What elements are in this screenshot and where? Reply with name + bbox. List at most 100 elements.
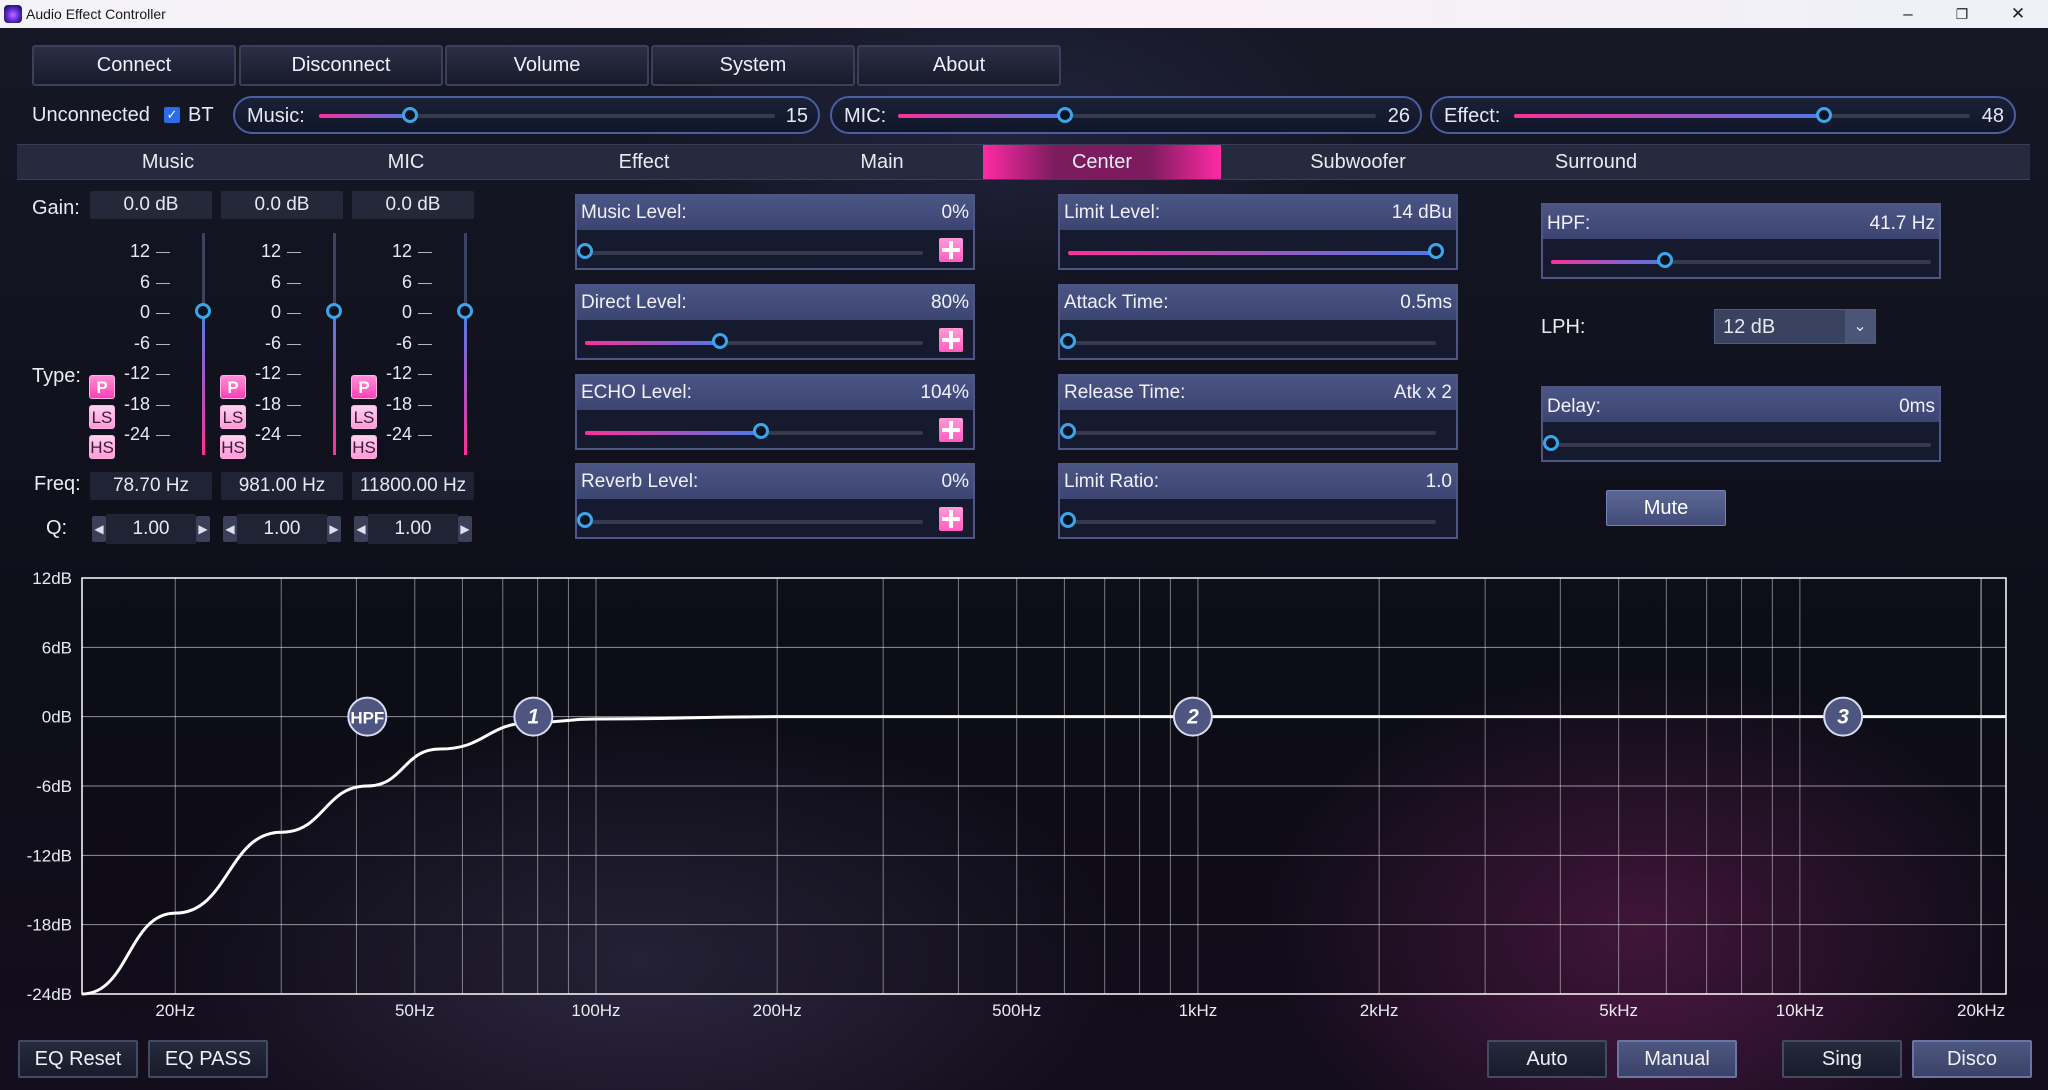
type-button-ls[interactable]: LS [220, 405, 246, 429]
tab-subwoofer[interactable]: Subwoofer [1239, 145, 1477, 179]
limiter-knob[interactable] [1428, 243, 1444, 259]
band-gain-3[interactable]: 0.0 dB [352, 191, 474, 219]
chevron-right-icon[interactable]: ▶ [327, 516, 341, 542]
band-gain-2[interactable]: 0.0 dB [221, 191, 343, 219]
effect-level-knob[interactable] [577, 512, 593, 528]
scale-tick [287, 374, 301, 375]
chevron-left-icon[interactable]: ◀ [92, 516, 106, 542]
band-q-value-1[interactable]: 1.00 [106, 514, 196, 544]
band-freq-2[interactable]: 981.00 Hz [221, 472, 343, 500]
scale-label: -12 [385, 363, 412, 383]
band-gain-1[interactable]: 0.0 dB [90, 191, 212, 219]
bt-checkbox[interactable]: ✓ [164, 107, 180, 123]
band-gain-knob-2[interactable] [326, 303, 342, 319]
tab-bar: Music MIC Effect Main Center Subwoofer S… [17, 144, 2030, 180]
plus-icon[interactable] [939, 238, 963, 262]
lph-select[interactable]: 12 dB ⌄ [1714, 309, 1876, 344]
band-q-2[interactable]: ◀ 1.00 ▶ [221, 514, 343, 544]
band-gain-knob-1[interactable] [195, 303, 211, 319]
music-volume-knob[interactable] [402, 107, 419, 123]
y-tick-label: -18dB [27, 916, 72, 935]
chevron-left-icon[interactable]: ◀ [223, 516, 237, 542]
limiter-value: 14 dBu [1391, 202, 1452, 223]
plus-icon[interactable] [939, 418, 963, 442]
mic-volume-knob[interactable] [1057, 107, 1074, 123]
effect-volume-label: Effect: [1444, 105, 1501, 127]
scale-label: -18 [254, 394, 281, 414]
chevron-down-icon[interactable]: ⌄ [1845, 310, 1875, 343]
auto-button[interactable]: Auto [1487, 1040, 1607, 1078]
system-button[interactable]: System [651, 45, 855, 86]
type-button-p[interactable]: P [220, 375, 246, 399]
y-tick-label: -24dB [27, 985, 72, 1004]
limiter-track [1068, 251, 1436, 255]
chevron-left-icon[interactable]: ◀ [354, 516, 368, 542]
music-volume-track [319, 114, 775, 118]
effect-level-knob[interactable] [577, 243, 593, 259]
music-volume-slider[interactable]: Music: 15 [233, 96, 820, 134]
music-volume-fill [319, 114, 411, 118]
limiter-label: Release Time: [1064, 382, 1186, 403]
plus-icon[interactable] [939, 507, 963, 531]
effect-level-knob[interactable] [712, 333, 729, 349]
effect-level-knob[interactable] [752, 423, 769, 439]
effect-volume-slider[interactable]: Effect: 48 [1430, 96, 2016, 134]
type-button-hs[interactable]: HS [89, 435, 115, 459]
delay-panel: Delay: 0ms [1541, 386, 1941, 462]
y-tick-label: -6dB [36, 777, 72, 796]
scale-tick [287, 435, 301, 436]
chevron-right-icon[interactable]: ▶ [458, 516, 472, 542]
tab-surround[interactable]: Surround [1477, 145, 1715, 179]
band-q-3[interactable]: ◀ 1.00 ▶ [352, 514, 474, 544]
eq-reset-button[interactable]: EQ Reset [18, 1040, 138, 1078]
y-tick-label: 6dB [42, 638, 72, 657]
band-freq-3[interactable]: 11800.00 Hz [352, 472, 474, 500]
disco-button[interactable]: Disco [1912, 1040, 2032, 1078]
tab-music[interactable]: Music [49, 145, 287, 179]
eq-response-chart[interactable]: 12dB 6dB 0dB -6dB -12dB -18dB -24dB 20Hz 50Hz 100… [0, 560, 2048, 1020]
manual-button[interactable]: Manual [1617, 1040, 1737, 1078]
tab-mic[interactable]: MIC [287, 145, 525, 179]
tab-effect[interactable]: Effect [525, 145, 763, 179]
effect-volume-knob[interactable] [1816, 107, 1833, 123]
band-q-value-2[interactable]: 1.00 [237, 514, 327, 544]
limiter-knob[interactable] [1060, 333, 1076, 349]
restore-icon[interactable]: ❐ [1934, 0, 1990, 28]
band-q-1[interactable]: ◀ 1.00 ▶ [90, 514, 212, 544]
volume-button[interactable]: Volume [445, 45, 649, 86]
delay-knob[interactable] [1543, 435, 1559, 451]
mic-volume-slider[interactable]: MIC: 26 [830, 96, 1422, 134]
plus-icon[interactable] [939, 328, 963, 352]
sing-button[interactable]: Sing [1782, 1040, 1902, 1078]
mute-button[interactable]: Mute [1606, 490, 1726, 526]
connect-button[interactable]: Connect [32, 45, 236, 86]
type-button-ls[interactable]: LS [89, 405, 115, 429]
eq-pass-button[interactable]: EQ PASS [148, 1040, 268, 1078]
limiter-fill [1068, 251, 1436, 255]
limiter-track [1068, 341, 1436, 345]
scale-tick [287, 405, 301, 406]
hpf-knob[interactable] [1657, 252, 1673, 268]
type-button-hs[interactable]: HS [220, 435, 246, 459]
effect-volume-track [1514, 114, 1970, 118]
type-button-hs[interactable]: HS [351, 435, 377, 459]
limiter-knob[interactable] [1060, 512, 1076, 528]
band-gain-knob-3[interactable] [457, 303, 473, 319]
type-button-p[interactable]: P [351, 375, 377, 399]
limiter-panel-1: Limit Level: 14 dBu [1058, 194, 1458, 270]
minimize-icon[interactable]: – [1880, 0, 1936, 28]
type-button-ls[interactable]: LS [351, 405, 377, 429]
y-tick-label: 12dB [32, 569, 72, 588]
limiter-knob[interactable] [1060, 423, 1076, 439]
type-button-p[interactable]: P [89, 375, 115, 399]
band-freq-1[interactable]: 78.70 Hz [90, 472, 212, 500]
disconnect-button[interactable]: Disconnect [239, 45, 443, 86]
x-tick-label: 50Hz [395, 1001, 435, 1020]
band-q-value-3[interactable]: 1.00 [368, 514, 458, 544]
tab-main[interactable]: Main [763, 145, 1001, 179]
scale-tick [156, 313, 170, 314]
close-icon[interactable]: ✕ [1990, 0, 2046, 28]
about-button[interactable]: About [857, 45, 1061, 86]
tab-center[interactable]: Center [983, 145, 1221, 179]
chevron-right-icon[interactable]: ▶ [196, 516, 210, 542]
